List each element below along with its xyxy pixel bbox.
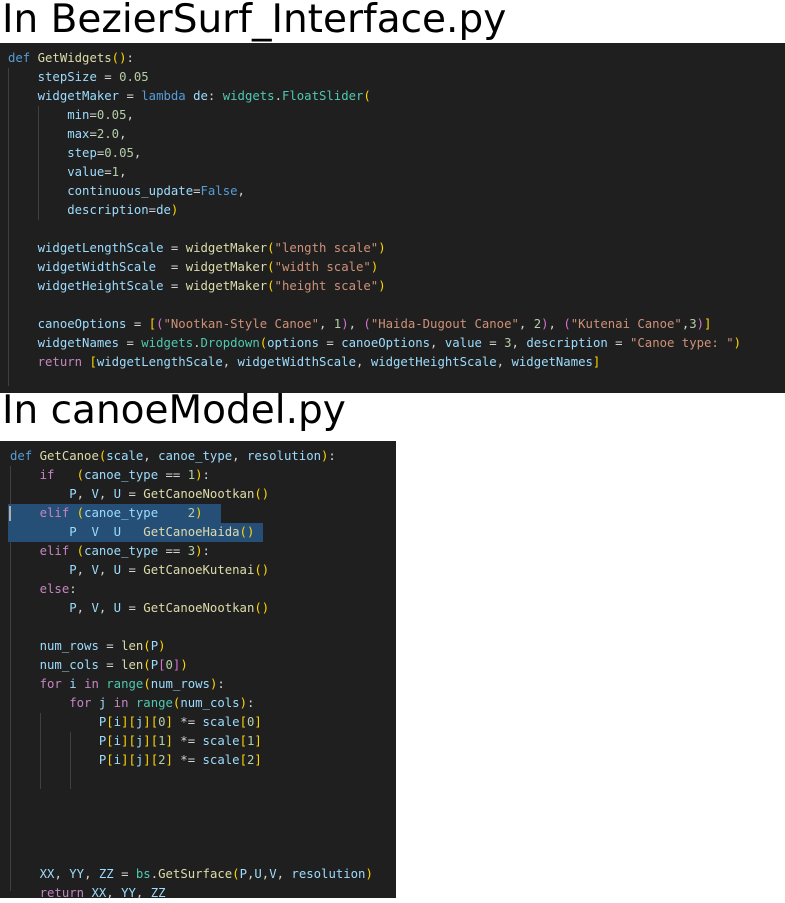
code-line: value=1, xyxy=(67,165,127,179)
code-line: P[i][j][1] *= scale[1] xyxy=(98,734,262,748)
code-line: for j in range(num_cols): xyxy=(69,696,255,710)
code-line: else: xyxy=(39,582,77,596)
code-line: stepSize = 0.05 xyxy=(37,70,149,84)
code-line: num_rows = len(P) xyxy=(39,639,166,653)
code-line: widgetHeightScale = widgetMaker("height … xyxy=(37,279,386,293)
code-line: step=0.05, xyxy=(67,146,142,160)
code-line: return [widgetLengthScale, widgetWidthSc… xyxy=(37,355,601,369)
code-editor-canoe-model[interactable]: def GetCanoe(scale, canoe_type, resoluti… xyxy=(0,441,396,900)
text-cursor xyxy=(9,506,11,521)
code-line: widgetNames = widgets.Dropdown(options =… xyxy=(37,336,742,350)
code-lines: def GetWidgets(): stepSize = 0.05 widget… xyxy=(8,49,785,372)
code-line: widgetLengthScale = widgetMaker("length … xyxy=(37,241,386,255)
code-line: return XX, YY, ZZ xyxy=(39,886,166,900)
code-line: P[i][j][2] *= scale[2] xyxy=(98,753,262,767)
code-line: num_cols = len(P[0]) xyxy=(39,658,188,672)
code-line-selected: P, V, U = GetCanoeHaida() xyxy=(8,523,396,542)
code-line: continuous_update=False, xyxy=(67,184,245,198)
heading-canoe-model-file: In canoeModel.py xyxy=(2,388,346,433)
code-line: def GetWidgets(): xyxy=(8,51,134,65)
code-line: if (canoe_type == 1): xyxy=(39,468,210,482)
code-line: widgetMaker = lambda de: widgets.FloatSl… xyxy=(37,89,371,103)
code-line: P, V, U = GetCanoeNootkan() xyxy=(69,487,270,501)
code-line: max=2.0, xyxy=(67,127,127,141)
heading-interface-file: In BezierSurf_Interface.py xyxy=(2,0,507,42)
code-line: canoeOptions = [("Nootkan-Style Canoe", … xyxy=(37,317,712,331)
code-line: XX, YY, ZZ = bs.GetSurface(P,U,V, resolu… xyxy=(39,867,373,881)
code-line: for i in range(num_rows): xyxy=(39,677,225,691)
code-line: description=de) xyxy=(67,203,179,217)
code-line: widgetWidthScale = widgetMaker("width sc… xyxy=(37,260,379,274)
code-line: min=0.05, xyxy=(67,108,134,122)
code-line: P, V, U = GetCanoeKutenai() xyxy=(69,563,270,577)
code-line-selected: elif (canoe_type == 2): xyxy=(8,504,396,523)
code-line: def GetCanoe(scale, canoe_type, resoluti… xyxy=(10,449,336,463)
code-lines: def GetCanoe(scale, canoe_type, resoluti… xyxy=(8,447,396,903)
code-line: P[i][j][0] *= scale[0] xyxy=(98,715,262,729)
code-editor-interface[interactable]: def GetWidgets(): stepSize = 0.05 widget… xyxy=(0,43,785,393)
code-line: elif (canoe_type == 3): xyxy=(39,544,210,558)
code-line: P, V, U = GetCanoeNootkan() xyxy=(69,601,270,615)
